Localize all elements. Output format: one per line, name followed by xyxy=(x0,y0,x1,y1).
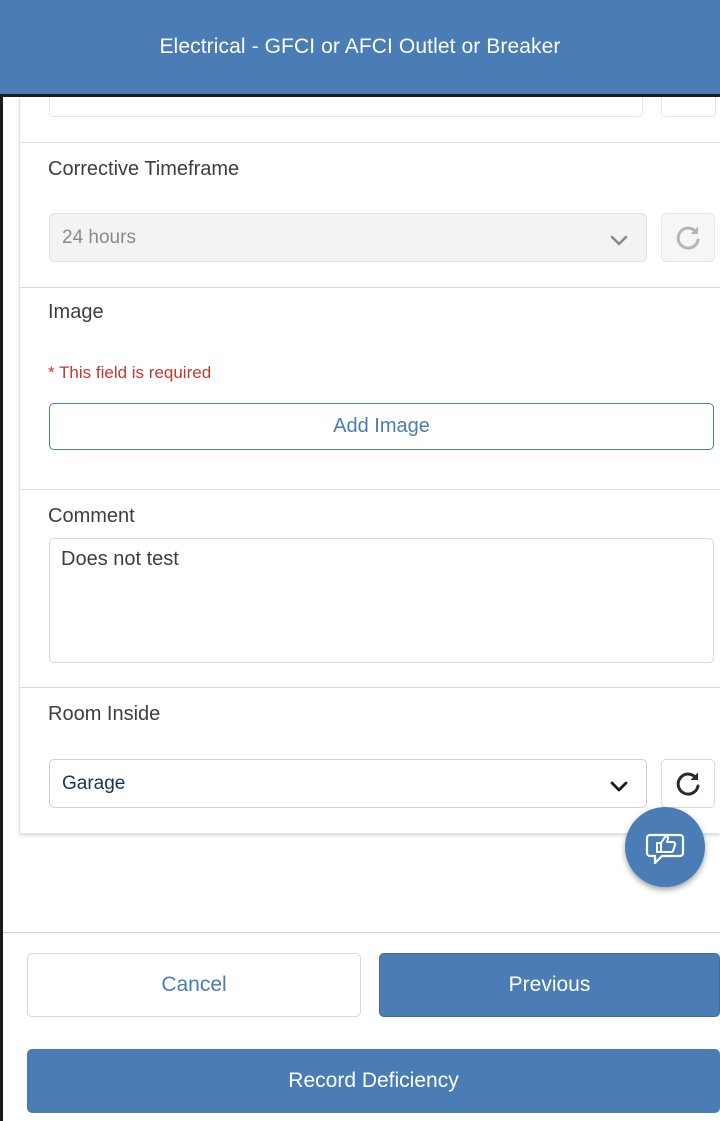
corrective-timeframe-select[interactable]: 24 hours xyxy=(49,213,647,262)
form-card: Corrective Timeframe 24 hours Image * Th… xyxy=(19,97,720,833)
record-deficiency-button[interactable]: Record Deficiency xyxy=(27,1049,720,1113)
previous-field-button[interactable] xyxy=(661,97,716,117)
feedback-button[interactable] xyxy=(625,807,705,887)
previous-field-row xyxy=(20,97,720,143)
image-label: Image xyxy=(48,301,104,323)
required-message: * This field is required xyxy=(48,363,212,382)
corrective-timeframe-section: Corrective Timeframe 24 hours xyxy=(20,143,720,288)
room-inside-value: Garage xyxy=(62,772,126,794)
corrective-timeframe-refresh-button[interactable] xyxy=(661,213,715,262)
chevron-down-icon xyxy=(610,781,628,792)
comment-section: Comment Does not test xyxy=(20,490,720,688)
previous-button[interactable]: Previous xyxy=(379,953,720,1017)
cancel-button[interactable]: Cancel xyxy=(27,953,361,1017)
chevron-down-icon xyxy=(610,235,628,246)
refresh-icon xyxy=(676,226,700,250)
footer-divider xyxy=(3,932,720,933)
add-image-button[interactable]: Add Image xyxy=(49,403,714,450)
room-inside-select[interactable]: Garage xyxy=(49,759,647,808)
refresh-icon xyxy=(676,772,700,796)
previous-field-input[interactable] xyxy=(49,97,643,117)
room-inside-label: Room Inside xyxy=(48,703,161,725)
image-section: Image * This field is required Add Image xyxy=(20,288,720,490)
room-inside-section: Room Inside Garage xyxy=(20,688,720,833)
thumbs-up-chat-icon xyxy=(645,833,685,865)
page-header: Electrical - GFCI or AFCI Outlet or Brea… xyxy=(0,0,720,97)
corrective-timeframe-value: 24 hours xyxy=(62,226,136,248)
comment-label: Comment xyxy=(48,505,135,527)
corrective-timeframe-label: Corrective Timeframe xyxy=(48,158,240,180)
room-inside-refresh-button[interactable] xyxy=(661,759,715,808)
comment-textarea[interactable]: Does not test xyxy=(49,538,714,663)
frame-edge xyxy=(0,0,3,1121)
page-title: Electrical - GFCI or AFCI Outlet or Brea… xyxy=(159,35,561,58)
